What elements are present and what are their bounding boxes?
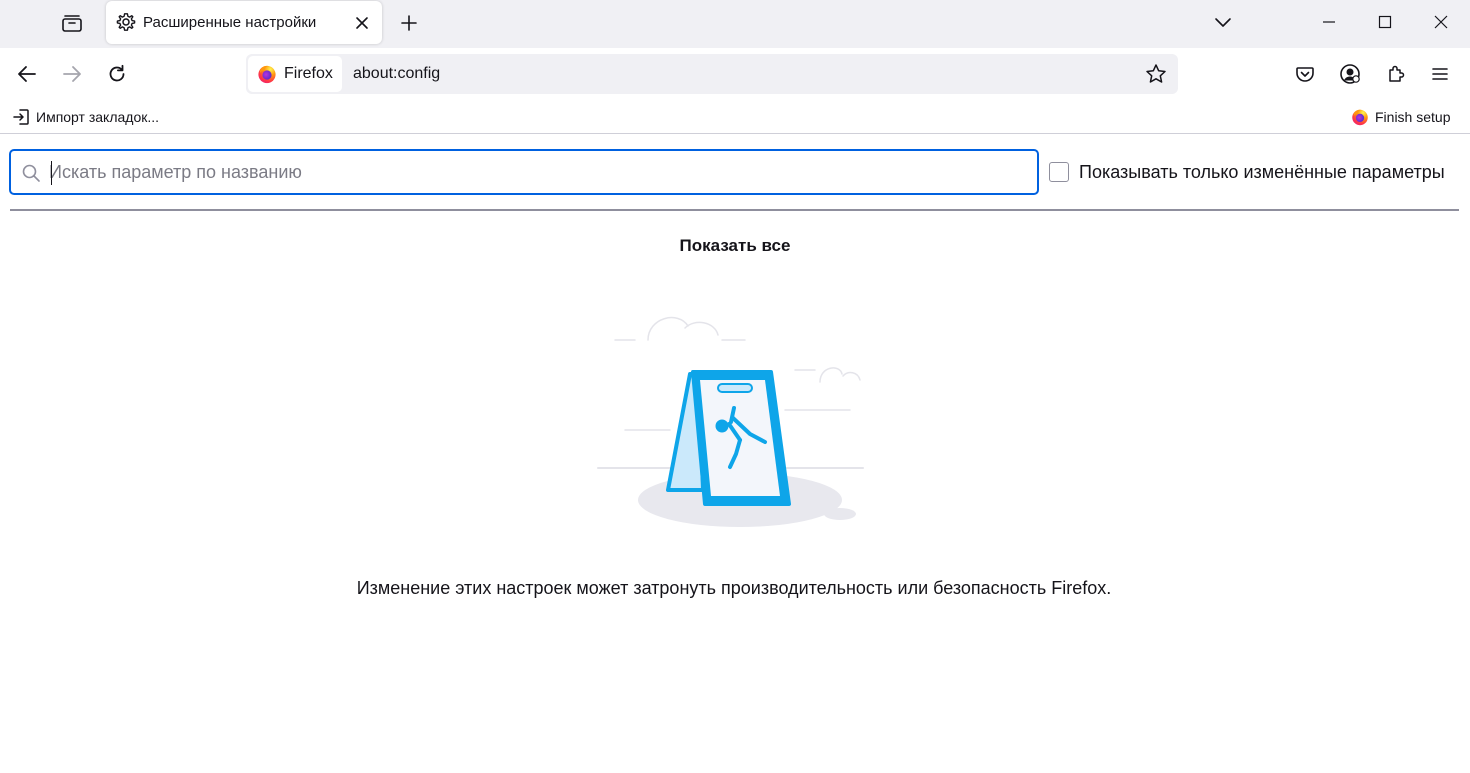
maximize-icon (1378, 15, 1392, 29)
close-icon (356, 17, 368, 29)
account-icon (1340, 64, 1360, 84)
new-tab-button[interactable] (393, 7, 425, 39)
star-icon (1146, 64, 1166, 83)
url-text[interactable]: about:config (353, 65, 440, 83)
url-bar[interactable]: Firefox about:config (246, 54, 1178, 94)
reload-button[interactable] (100, 57, 134, 91)
import-icon (13, 109, 29, 125)
import-bookmarks-label: Импорт закладок... (36, 109, 160, 125)
finish-setup-label: Finish setup (1375, 109, 1451, 125)
bookmark-star-button[interactable] (1144, 62, 1168, 86)
window-maximize-button[interactable] (1357, 0, 1413, 44)
firefox-logo-icon (1352, 109, 1368, 126)
tab-title: Расширенные настройки (143, 14, 317, 31)
reload-icon (109, 64, 125, 82)
preference-search-box[interactable] (9, 149, 1039, 195)
preference-search-input[interactable] (49, 158, 1024, 186)
bookmarks-toolbar: Импорт закладок... Finish setup (0, 100, 1470, 134)
identity-label: Firefox (284, 65, 333, 82)
sign-handle (717, 383, 753, 393)
back-button[interactable] (10, 57, 44, 91)
search-icon (22, 164, 40, 182)
extensions-button[interactable] (1379, 57, 1413, 91)
window-close-button[interactable] (1413, 0, 1469, 44)
config-warning-text: Изменение этих настроек может затронуть … (356, 578, 1112, 598)
identity-box[interactable]: Firefox (248, 56, 342, 92)
window-minimize-button[interactable] (1301, 0, 1357, 44)
tab-advanced-settings[interactable]: Расширенные настройки (106, 1, 382, 44)
app-menu-button[interactable] (1423, 57, 1457, 91)
firefox-view-icon (62, 15, 82, 32)
account-button[interactable] (1333, 57, 1367, 91)
show-all-label[interactable]: Показать все (680, 236, 791, 255)
plus-icon (401, 15, 417, 31)
hamburger-icon (1432, 68, 1448, 80)
arrow-left-icon (18, 66, 36, 82)
puzzle-icon (1389, 65, 1405, 82)
forward-button[interactable] (55, 57, 89, 91)
arrow-right-icon (63, 66, 81, 82)
close-icon (1434, 15, 1448, 29)
show-modified-only-checkbox[interactable] (1049, 162, 1069, 182)
finish-setup-button[interactable]: Finish setup (1347, 104, 1454, 130)
show-modified-only-label[interactable]: Показывать только изменённые параметры (1079, 162, 1445, 183)
pocket-button[interactable] (1288, 57, 1322, 91)
navigation-toolbar: Firefox about:config (0, 48, 1470, 100)
firefox-logo-icon (258, 65, 276, 84)
show-all-button[interactable]: Показать все (0, 236, 1470, 256)
minimize-icon (1323, 21, 1335, 23)
pocket-icon (1296, 67, 1314, 82)
firefox-view-button[interactable] (52, 4, 92, 42)
list-all-tabs-button[interactable] (1206, 6, 1240, 38)
text-caret (51, 161, 52, 185)
tab-strip: Расширенные настройки (0, 0, 1470, 48)
search-divider (10, 209, 1459, 211)
gear-icon (116, 13, 136, 31)
tab-close-button[interactable] (349, 10, 375, 36)
import-bookmarks-button[interactable]: Импорт закладок... (8, 104, 163, 130)
chevron-down-icon (1215, 18, 1231, 27)
caution-sign-illustration (597, 316, 864, 527)
